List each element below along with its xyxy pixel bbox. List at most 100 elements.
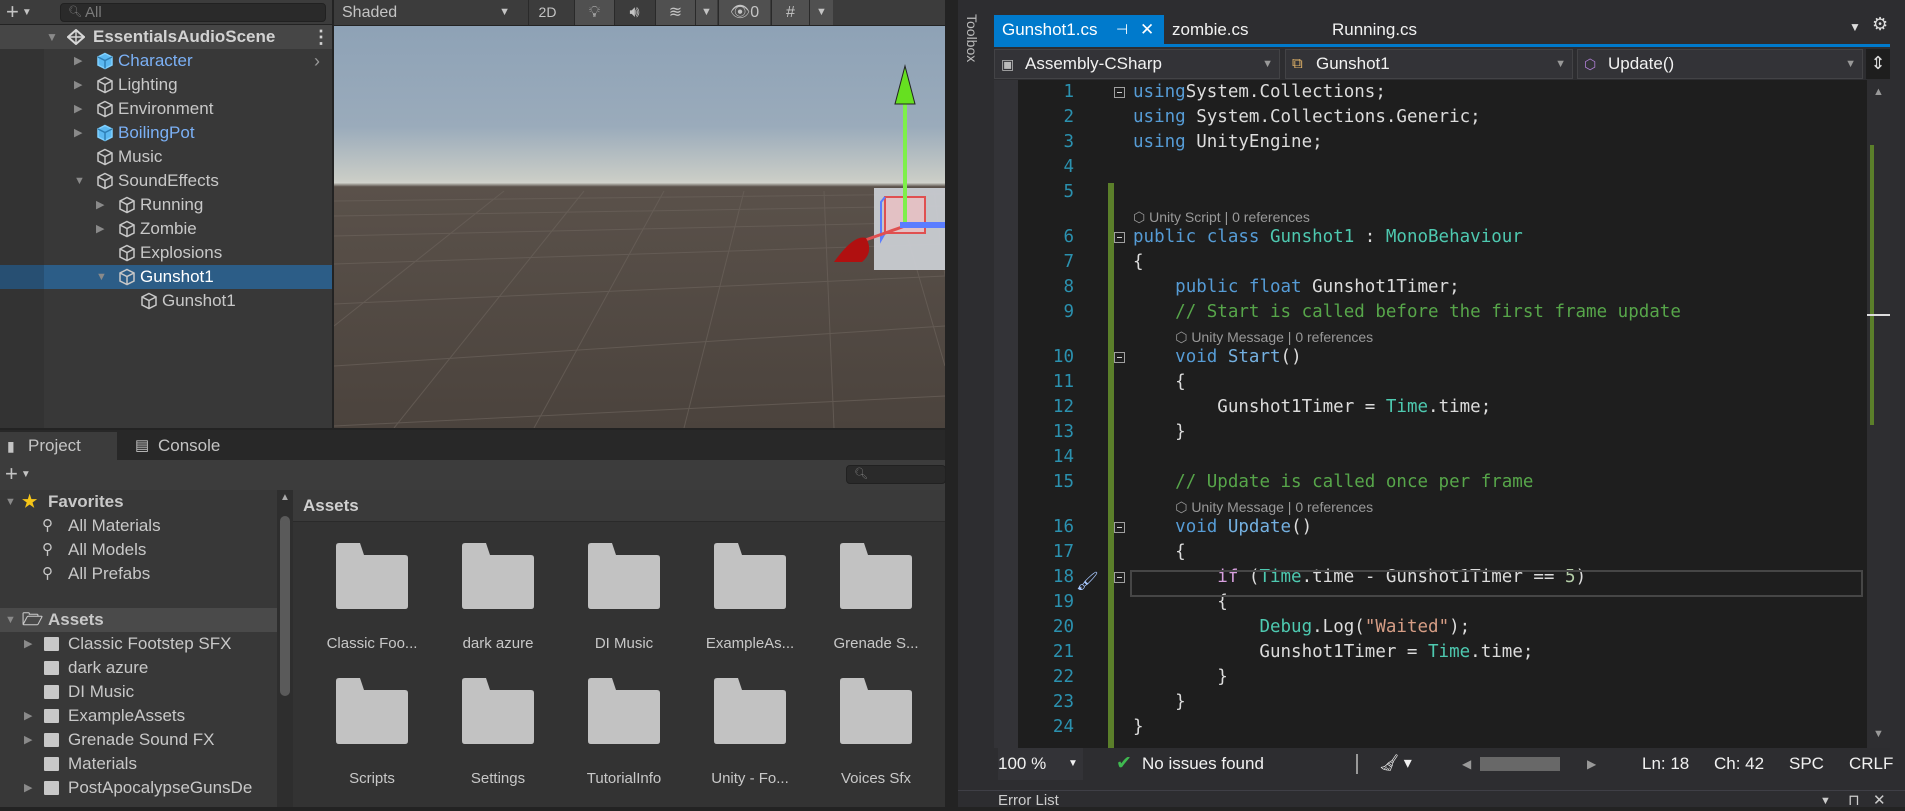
tab-console[interactable]: ▤ Console (130, 432, 250, 460)
project-dropdown[interactable]: ▣ Assembly-CSharp ▼ (994, 49, 1280, 79)
split-editor-button[interactable]: ⇕ (1866, 49, 1890, 79)
asset-folder-item[interactable]: ▶ Classic Footstep SFX (0, 632, 277, 656)
asset-folder[interactable]: TutorialInfo (561, 678, 687, 787)
code-line[interactable]: 20 Debug.Log("Waited"); (994, 615, 1867, 640)
code-line[interactable]: 6 public class Gunshot1 : MonoBehaviour (994, 225, 1867, 250)
expand-arrow-down-icon[interactable]: ▼ (5, 490, 16, 514)
2d-toggle[interactable]: 2D (528, 0, 566, 25)
asset-folder[interactable]: Scripts (309, 678, 435, 787)
line-number-status[interactable]: Ln: 18 (1642, 748, 1689, 780)
codelens[interactable]: ⬡ Unity Message | 0 references (1175, 327, 1373, 347)
asset-folder[interactable]: dark azure (435, 543, 561, 652)
horizontal-scroll-thumb[interactable] (1480, 757, 1560, 771)
asset-folder-item[interactable]: ▶ ExampleAssets (0, 704, 277, 728)
editor-vertical-scrollbar[interactable]: ▲ ▼ (1867, 80, 1890, 748)
tab-zombie-cs[interactable]: zombie.cs (1164, 15, 1324, 44)
code-line[interactable]: 2 using System.Collections.Generic; (994, 105, 1867, 130)
asset-folder-item[interactable]: DI Music (0, 680, 277, 704)
code-line[interactable]: 1 usingSystem.Collections; (994, 80, 1867, 105)
hierarchy-item[interactable]: ▶ Character (0, 49, 332, 73)
codelens[interactable]: ⬡ Unity Message | 0 references (1175, 497, 1373, 517)
tab-project[interactable]: ▮ Project (0, 432, 117, 460)
tab-running-cs[interactable]: Running.cs (1324, 15, 1484, 44)
toolbox-tab[interactable]: Toolbox (958, 10, 986, 80)
expand-arrow-right-icon[interactable]: ▶ (74, 73, 82, 97)
hierarchy-item[interactable]: ▼ SoundEffects (0, 169, 332, 193)
code-line[interactable]: 12 Gunshot1Timer = Time.time; (994, 395, 1867, 420)
code-line[interactable]: 9 // Start is called before the first fr… (994, 300, 1867, 325)
code-line[interactable]: 11 { (994, 370, 1867, 395)
scroll-left-icon[interactable]: ◀ (1462, 748, 1471, 780)
more-options-icon[interactable]: ⋮ (312, 25, 330, 49)
expand-arrow-down-icon[interactable]: ▼ (74, 169, 85, 193)
asset-folder[interactable]: Unity - Fo... (687, 678, 813, 787)
code-line[interactable]: 22 } (994, 665, 1867, 690)
error-list-title[interactable]: Error List (998, 791, 1059, 811)
code-line[interactable]: 10 void Start() (994, 345, 1867, 370)
asset-folder[interactable]: DI Music (561, 543, 687, 652)
expand-arrow-right-icon[interactable]: ▶ (74, 121, 82, 145)
member-dropdown[interactable]: ⬡ Update() ▼ (1577, 49, 1863, 79)
assets-header[interactable]: ▼ 🗁︎ Assets (0, 608, 277, 632)
code-line[interactable]: 5 (994, 180, 1867, 205)
hierarchy-item[interactable]: ▶ Environment (0, 97, 332, 121)
favorite-item[interactable]: ⚲ All Models (0, 538, 277, 562)
expand-arrow-right-icon[interactable]: ▶ (74, 49, 82, 73)
code-line[interactable]: 24} (994, 715, 1867, 740)
grid-toggle[interactable]: # (771, 0, 809, 25)
line-ending-status[interactable]: CRLF (1849, 748, 1893, 780)
expand-arrow-right-icon[interactable]: ▶ (24, 632, 32, 656)
create-button[interactable]: + ▼ (5, 461, 31, 487)
asset-folder[interactable]: Grenade S... (813, 543, 939, 652)
hierarchy-item[interactable]: ▶ Zombie (0, 217, 332, 241)
hierarchy-item[interactable]: Gunshot1 (0, 289, 332, 313)
column-status[interactable]: Ch: 42 (1714, 748, 1764, 780)
scroll-right-icon[interactable]: ▶ (1587, 748, 1596, 780)
tab-list-dropdown[interactable]: ▼ (1849, 20, 1861, 34)
code-area[interactable]: 1 usingSystem.Collections; 2 using System.C… (994, 80, 1867, 748)
hierarchy-item[interactable]: ▼ Gunshot1 (0, 265, 332, 289)
effects-toggle[interactable]: ≋ (655, 0, 695, 25)
code-line[interactable]: 8 public float Gunshot1Timer; (994, 275, 1867, 300)
audio-toggle[interactable]: 🔊︎ (614, 0, 654, 25)
code-line[interactable]: 13 } (994, 420, 1867, 445)
hierarchy-item[interactable]: Music (0, 145, 332, 169)
code-line[interactable]: 16 void Update() (994, 515, 1867, 540)
expand-arrow-down-icon[interactable]: ▼ (96, 265, 107, 289)
chevron-right-icon[interactable]: › (314, 49, 320, 73)
asset-folder-item[interactable]: ▶ Grenade Sound FX (0, 728, 277, 752)
expand-arrow-right-icon[interactable]: ▶ (24, 704, 32, 728)
code-cleanup-icon[interactable]: 🧹︎ ▾ (1379, 748, 1412, 780)
collapse-icon[interactable] (1114, 572, 1125, 583)
code-line[interactable]: 3 using UnityEngine; (994, 130, 1867, 155)
code-line[interactable]: 7{ (994, 250, 1867, 275)
collapse-icon[interactable] (1114, 522, 1125, 533)
hidden-objects-toggle[interactable]: 👁︎0 (718, 0, 770, 25)
hierarchy-item[interactable]: ▶ Lighting (0, 73, 332, 97)
lighting-toggle[interactable]: 💡︎ (574, 0, 614, 25)
tree-scrollbar[interactable]: ▲ (277, 490, 293, 807)
close-icon[interactable]: ✕ (1140, 15, 1154, 44)
hierarchy-search-input[interactable]: 🔍︎ All (60, 3, 326, 22)
project-search-input[interactable]: 🔍︎ (846, 465, 946, 484)
issues-status[interactable]: No issues found (1142, 748, 1264, 780)
asset-folder[interactable]: Classic Foo... (309, 543, 435, 652)
hierarchy-item[interactable]: Explosions (0, 241, 332, 265)
code-line[interactable]: 14 (994, 445, 1867, 470)
pin-icon[interactable]: ⊣ (1116, 15, 1128, 44)
close-icon[interactable]: ✕ (1873, 791, 1886, 811)
whitespace-status[interactable]: SPC (1789, 748, 1824, 780)
gear-icon[interactable]: ⚙ (1872, 14, 1888, 35)
asset-folder-item[interactable]: ▶ PostApocalypseGunsDe (0, 776, 277, 800)
hierarchy-item[interactable]: ▶ Running (0, 193, 332, 217)
code-line[interactable]: 21 Gunshot1Timer = Time.time; (994, 640, 1867, 665)
chevron-down-icon[interactable]: ▼ (1820, 791, 1831, 811)
asset-folder[interactable]: Settings (435, 678, 561, 787)
scroll-up-icon[interactable]: ▲ (1873, 86, 1884, 98)
collapse-icon[interactable] (1114, 352, 1125, 363)
asset-folder-item[interactable]: Materials (0, 752, 277, 776)
zoom-dropdown[interactable]: 100 % ▼ (998, 748, 1083, 780)
favorites-header[interactable]: ▼ ★ Favorites (0, 490, 277, 514)
class-dropdown[interactable]: ⧉ Gunshot1 ▼ (1285, 49, 1573, 79)
favorite-item[interactable]: ⚲ All Prefabs (0, 562, 277, 586)
